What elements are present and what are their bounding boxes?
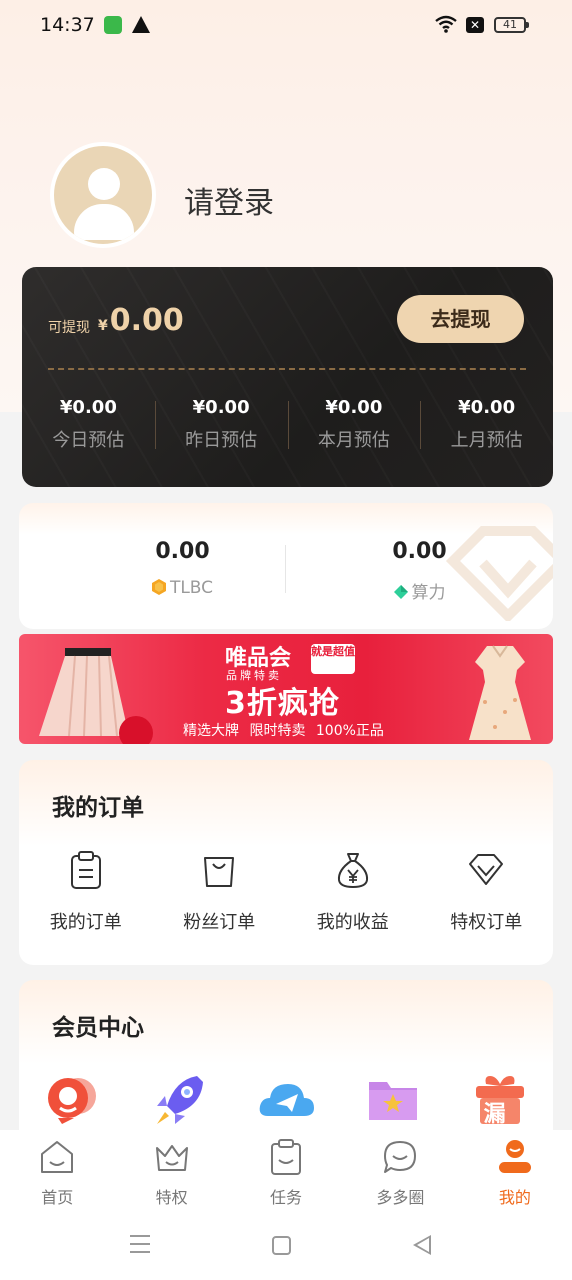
withdrawable-amount: ¥0.00: [98, 303, 184, 338]
system-nav-bar: [0, 1220, 572, 1280]
tlbc-coin-icon: [151, 579, 166, 595]
nav-home[interactable]: 首页: [0, 1130, 114, 1220]
token-tlbc[interactable]: 0.00 TLBC: [49, 539, 316, 598]
stat-label: 昨日预估: [185, 430, 258, 451]
stat-label: 本月预估: [317, 430, 390, 451]
member-item-cloud[interactable]: [233, 1072, 340, 1128]
nav-label: 多多圈: [376, 1188, 425, 1207]
member-item-gift[interactable]: 漏: [446, 1072, 553, 1128]
stat-last-month[interactable]: ¥0.00 上月预估: [420, 397, 553, 457]
token-value: 0.00: [392, 539, 447, 564]
nav-label: 我的: [498, 1188, 531, 1207]
home-button-icon[interactable]: [272, 1236, 291, 1255]
token-label: 算力: [411, 583, 446, 603]
clipboard-icon: [70, 851, 101, 889]
withdraw-button[interactable]: 去提现: [397, 295, 524, 343]
section-title: 会员中心: [52, 1015, 144, 1041]
earnings-stats: ¥0.00 今日预估 ¥0.00 昨日预估 ¥0.00 本月预估 ¥0.00 上…: [22, 397, 553, 457]
dress-image: [469, 645, 531, 740]
member-item-folder[interactable]: [339, 1072, 446, 1128]
customer-service-icon: [44, 1072, 100, 1128]
app-notification-icon: [104, 16, 122, 34]
back-icon[interactable]: [413, 1235, 431, 1255]
home-icon: [41, 1141, 74, 1173]
chat-bubble-icon: [384, 1141, 417, 1173]
nav-label: 首页: [41, 1188, 74, 1207]
diamond-icon: [469, 854, 504, 885]
token-card: 0.00 TLBC 0.00 算力: [19, 503, 553, 629]
crown-icon: [155, 1145, 188, 1171]
token-value: 0.00: [155, 539, 210, 564]
profile-icon: [498, 1140, 531, 1173]
skirt-image: [39, 648, 129, 737]
promo-banner[interactable]: 唯品会 品牌特卖 就是超值 3折疯抢 精选大牌 限时特卖 100%正品: [19, 634, 553, 744]
stat-value: ¥0.00: [458, 397, 516, 418]
banner-tag: 就是超值: [311, 644, 355, 674]
compute-power-icon: [393, 585, 408, 599]
order-item-my-earnings[interactable]: 我的收益: [286, 850, 420, 934]
status-bar: 14:37 ✕ 41: [0, 0, 572, 52]
stat-label: 今日预估: [52, 430, 125, 451]
recent-apps-icon[interactable]: [130, 1235, 150, 1255]
members-grid: 漏: [19, 1072, 553, 1128]
member-item-rocket[interactable]: [126, 1072, 233, 1128]
divider: [48, 368, 526, 370]
stat-value: ¥0.00: [192, 397, 250, 418]
sim-off-icon: ✕: [466, 17, 484, 33]
token-compute[interactable]: 0.00 算力: [286, 539, 553, 603]
token-label: TLBC: [169, 578, 214, 598]
star-folder-icon: [365, 1072, 421, 1128]
wifi-icon: [435, 15, 457, 33]
member-item-service[interactable]: [19, 1072, 126, 1128]
orders-grid: 我的订单 粉丝订单 我的收益 特权订单: [19, 850, 553, 934]
login-prompt[interactable]: 请登录: [184, 178, 274, 222]
currency-symbol: ¥: [98, 318, 108, 334]
order-item-label: 我的收益: [316, 912, 389, 933]
user-avatar-icon[interactable]: [50, 142, 156, 248]
stat-today[interactable]: ¥0.00 今日预估: [22, 397, 155, 457]
order-item-my-orders[interactable]: 我的订单: [19, 850, 153, 934]
status-time: 14:37: [40, 14, 95, 36]
gift-leak-icon: 漏: [472, 1072, 528, 1128]
order-item-label: 粉丝订单: [183, 912, 256, 933]
nav-label: 特权: [155, 1188, 188, 1207]
stat-label: 上月预估: [450, 430, 523, 451]
orders-section: 我的订单 我的订单 粉丝订单 我的收益 特权订单: [19, 760, 553, 965]
warning-icon: [132, 16, 150, 33]
withdrawable-label: 可提现: [48, 320, 90, 336]
order-item-label: 特权订单: [450, 912, 523, 933]
nav-circle[interactable]: 多多圈: [343, 1130, 457, 1220]
stat-value: ¥0.00: [325, 397, 383, 418]
order-item-fan-orders[interactable]: 粉丝订单: [153, 850, 287, 934]
bottom-nav: 首页 特权 任务 多多圈 我的: [0, 1130, 572, 1220]
order-item-label: 我的订单: [49, 912, 122, 933]
section-title: 我的订单: [52, 795, 144, 821]
task-clipboard-icon: [271, 1139, 302, 1175]
order-item-privilege-orders[interactable]: 特权订单: [420, 850, 554, 934]
battery-icon: 41: [494, 17, 529, 33]
rocket-icon: [151, 1072, 207, 1128]
banner-headline: 3折疯抢: [225, 686, 340, 721]
money-bag-icon: [337, 853, 368, 889]
nav-tasks[interactable]: 任务: [229, 1130, 343, 1220]
shopping-bag-icon: [204, 857, 235, 887]
decoration-ball: [119, 716, 153, 744]
stat-value: ¥0.00: [59, 397, 117, 418]
stat-this-month[interactable]: ¥0.00 本月预估: [287, 397, 421, 457]
stat-yesterday[interactable]: ¥0.00 昨日预估: [154, 397, 288, 457]
nav-profile[interactable]: 我的: [458, 1130, 572, 1220]
withdrawable-value: 0.00: [109, 303, 184, 338]
cloud-send-icon: [258, 1072, 314, 1128]
nav-label: 任务: [270, 1188, 303, 1207]
earnings-card: 可提现 ¥0.00 去提现 ¥0.00 今日预估 ¥0.00 昨日预估 ¥0.0…: [22, 267, 553, 487]
nav-privilege[interactable]: 特权: [114, 1130, 228, 1220]
banner-footer: 精选大牌 限时特卖 100%正品: [183, 723, 384, 739]
